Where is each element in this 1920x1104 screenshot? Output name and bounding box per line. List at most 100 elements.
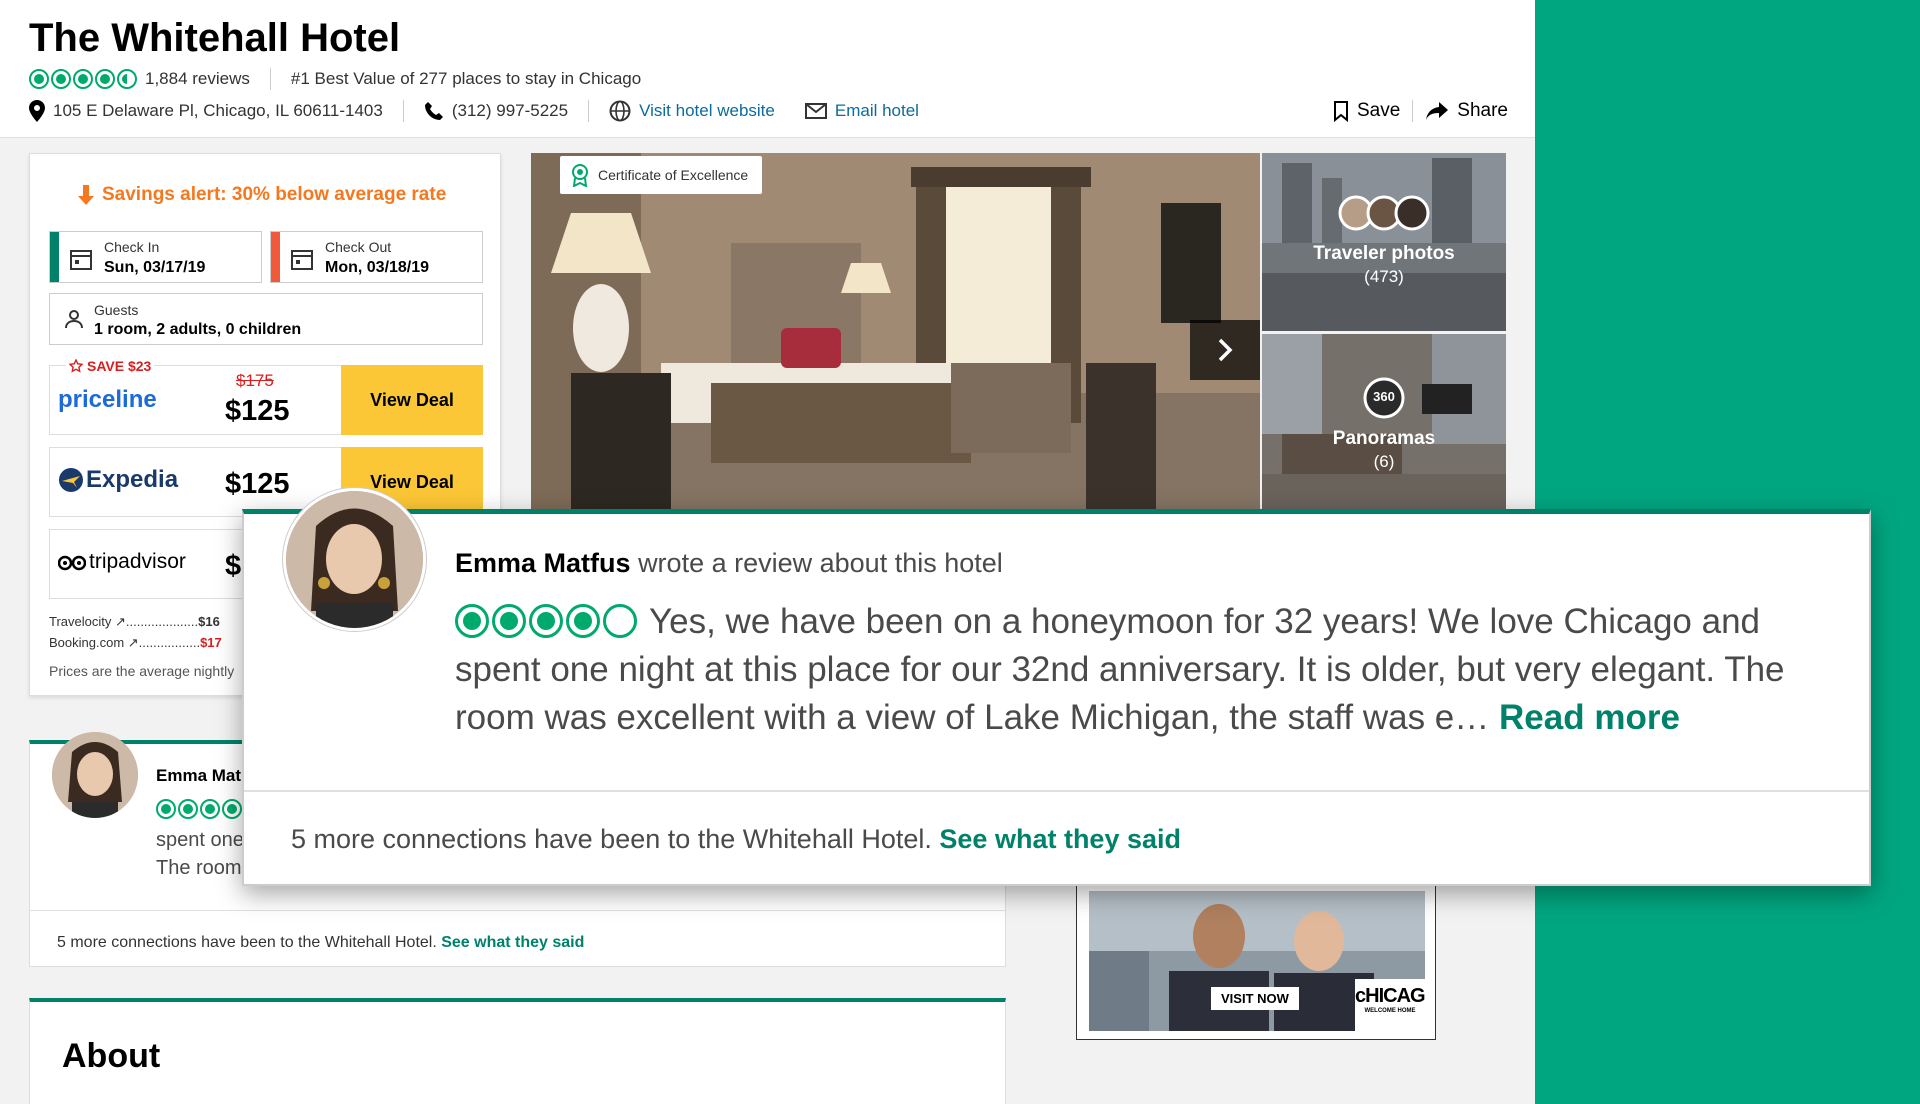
avatar[interactable] — [52, 732, 138, 818]
deal-price: $ — [225, 550, 242, 582]
save-badge-text: SAVE $23 — [87, 358, 152, 374]
map-pin-icon — [29, 100, 45, 122]
bubble-icon — [492, 604, 526, 638]
deal-old-price: $175 — [236, 371, 274, 390]
save-label: Save — [1356, 100, 1401, 121]
reviewer-name[interactable]: Emma Mat — [156, 766, 241, 786]
deal-row-priceline[interactable]: priceline $175 $125 View Deal — [49, 365, 483, 435]
bubble-icon — [200, 799, 220, 819]
see-what-they-said-link[interactable]: See what they said — [939, 824, 1181, 854]
check-in-field[interactable]: Check In Sun, 03/17/19 — [49, 231, 262, 283]
next-photo-button[interactable] — [1190, 320, 1260, 380]
check-in-bar — [50, 232, 59, 282]
avatar-image — [286, 491, 423, 628]
divider — [269, 68, 271, 90]
other-site-row[interactable]: Booking.com ↗................. $17 — [49, 632, 222, 653]
ad-image: VISIT NOW cHICAGo WELCOME HOME — [1089, 891, 1425, 1031]
certificate-text: Certificate of Excellence — [598, 167, 749, 183]
view-deal-button[interactable]: View Deal — [341, 365, 483, 435]
review-line: spent one — [156, 829, 244, 851]
globe-icon — [609, 100, 631, 122]
check-out-field[interactable]: Check Out Mon, 03/18/19 — [270, 231, 483, 283]
ranking-text[interactable]: #1 Best Value of 277 places to stay in C… — [291, 69, 641, 89]
other-site-row[interactable]: Travelocity ↗.................... $16 — [49, 611, 222, 632]
priceline-logo: priceline — [58, 386, 157, 413]
review-rating-bubbles — [156, 799, 242, 819]
chevron-right-icon — [1218, 338, 1233, 362]
reviewer-name[interactable]: Emma Matfus — [455, 548, 631, 578]
expedia-logo: Expedia — [86, 466, 179, 493]
bubble-icon — [529, 604, 563, 638]
traveler-photos-tile[interactable]: Traveler photos (473) — [1262, 153, 1506, 331]
review-excerpt: spent one The room — [156, 826, 244, 882]
envelope-icon — [804, 103, 827, 119]
visit-now-button[interactable]: VISIT NOW — [1211, 987, 1299, 1010]
phone-text: (312) 997-5225 — [451, 101, 569, 120]
panoramas-count: (6) — [1373, 452, 1395, 471]
bubble-icon — [117, 69, 137, 89]
certificate-badge: Certificate of Excellence — [560, 156, 763, 194]
rating-bubbles — [29, 69, 137, 89]
ad-brand-box: cHICAGo WELCOME HOME — [1355, 979, 1425, 1031]
featured-review-card: Emma Matfus wrote a review about this ho… — [242, 487, 1871, 886]
main-hotel-photo[interactable]: Certificate of Excellence — [531, 153, 1260, 510]
person-icon — [65, 310, 83, 329]
panorama-badge-text: 360 — [1373, 389, 1395, 404]
email-label: Email hotel — [834, 101, 919, 120]
rating-row: 1,884 reviews #1 Best Value of 277 place… — [29, 68, 641, 90]
panoramas-label: Panoramas — [1332, 428, 1436, 449]
divider — [1412, 100, 1414, 122]
ad-tagline: WELCOME HOME — [1364, 1008, 1416, 1014]
bubble-icon — [73, 69, 93, 89]
bookmark-icon — [1333, 101, 1348, 122]
check-in-value: Sun, 03/17/19 — [104, 259, 206, 276]
review-rating-bubbles — [455, 604, 637, 638]
check-out-value: Mon, 03/18/19 — [325, 259, 430, 276]
save-button[interactable]: Save — [1333, 100, 1400, 122]
savings-alert: Savings alert: 30% below average rate — [78, 184, 446, 206]
award-icon — [572, 164, 588, 187]
traveler-photos-label: Traveler photos — [1313, 243, 1455, 264]
address-text: 105 E Delaware Pl, Chicago, IL 60611-140… — [53, 101, 383, 120]
tripadvisor-logo: tripadvisor — [89, 550, 186, 573]
save-badge: SAVE $23 — [66, 358, 155, 374]
panoramas-tile[interactable]: 360 Panoramas (6) — [1262, 334, 1506, 510]
website-label: Visit hotel website — [639, 101, 775, 120]
chicago-ad[interactable]: VISIT NOW cHICAGo WELCOME HOME — [1076, 882, 1436, 1040]
read-more-link[interactable]: Read more — [1499, 698, 1680, 737]
review-count-link[interactable]: 1,884 reviews — [145, 69, 250, 89]
check-out-bar — [271, 232, 280, 282]
bubble-icon — [222, 799, 242, 819]
check-in-label: Check In — [104, 239, 160, 255]
reviewer-photo — [52, 732, 138, 818]
guests-field[interactable]: Guests 1 room, 2 adults, 0 children — [49, 293, 483, 345]
check-out-label: Check Out — [325, 239, 392, 255]
traveler-avatars-icon — [1338, 195, 1430, 231]
deal-row-expedia[interactable]: Expedia $125 View Deal — [49, 447, 483, 517]
down-arrow-icon — [78, 185, 94, 205]
address-item[interactable]: 105 E Delaware Pl, Chicago, IL 60611-140… — [29, 100, 383, 122]
share-button[interactable]: Share — [1425, 100, 1508, 122]
calendar-icon — [70, 250, 92, 270]
review-action: wrote a review about this hotel — [638, 548, 1003, 578]
divider — [402, 100, 404, 122]
avatar[interactable] — [282, 487, 427, 632]
hotel-room-image — [531, 153, 1260, 510]
reviewer-photo — [286, 491, 423, 628]
share-label: Share — [1457, 100, 1508, 121]
owl-icon — [58, 555, 86, 571]
city-photo — [1262, 153, 1506, 331]
bubble-icon — [178, 799, 198, 819]
see-what-they-said-link[interactable]: See what they said — [441, 934, 584, 951]
traveler-photos-count: (473) — [1364, 267, 1404, 286]
website-link[interactable]: Visit hotel website — [609, 100, 775, 122]
divider — [588, 100, 590, 122]
hotel-title: The Whitehall Hotel — [29, 16, 401, 60]
phone-item[interactable]: (312) 997-5225 — [424, 101, 568, 121]
bubble-icon — [566, 604, 600, 638]
phone-icon — [424, 102, 443, 120]
divider — [244, 790, 1869, 792]
email-link[interactable]: Email hotel — [804, 101, 919, 121]
about-heading: About — [62, 1037, 161, 1075]
savings-text: Savings alert: 30% below average rate — [102, 184, 447, 205]
